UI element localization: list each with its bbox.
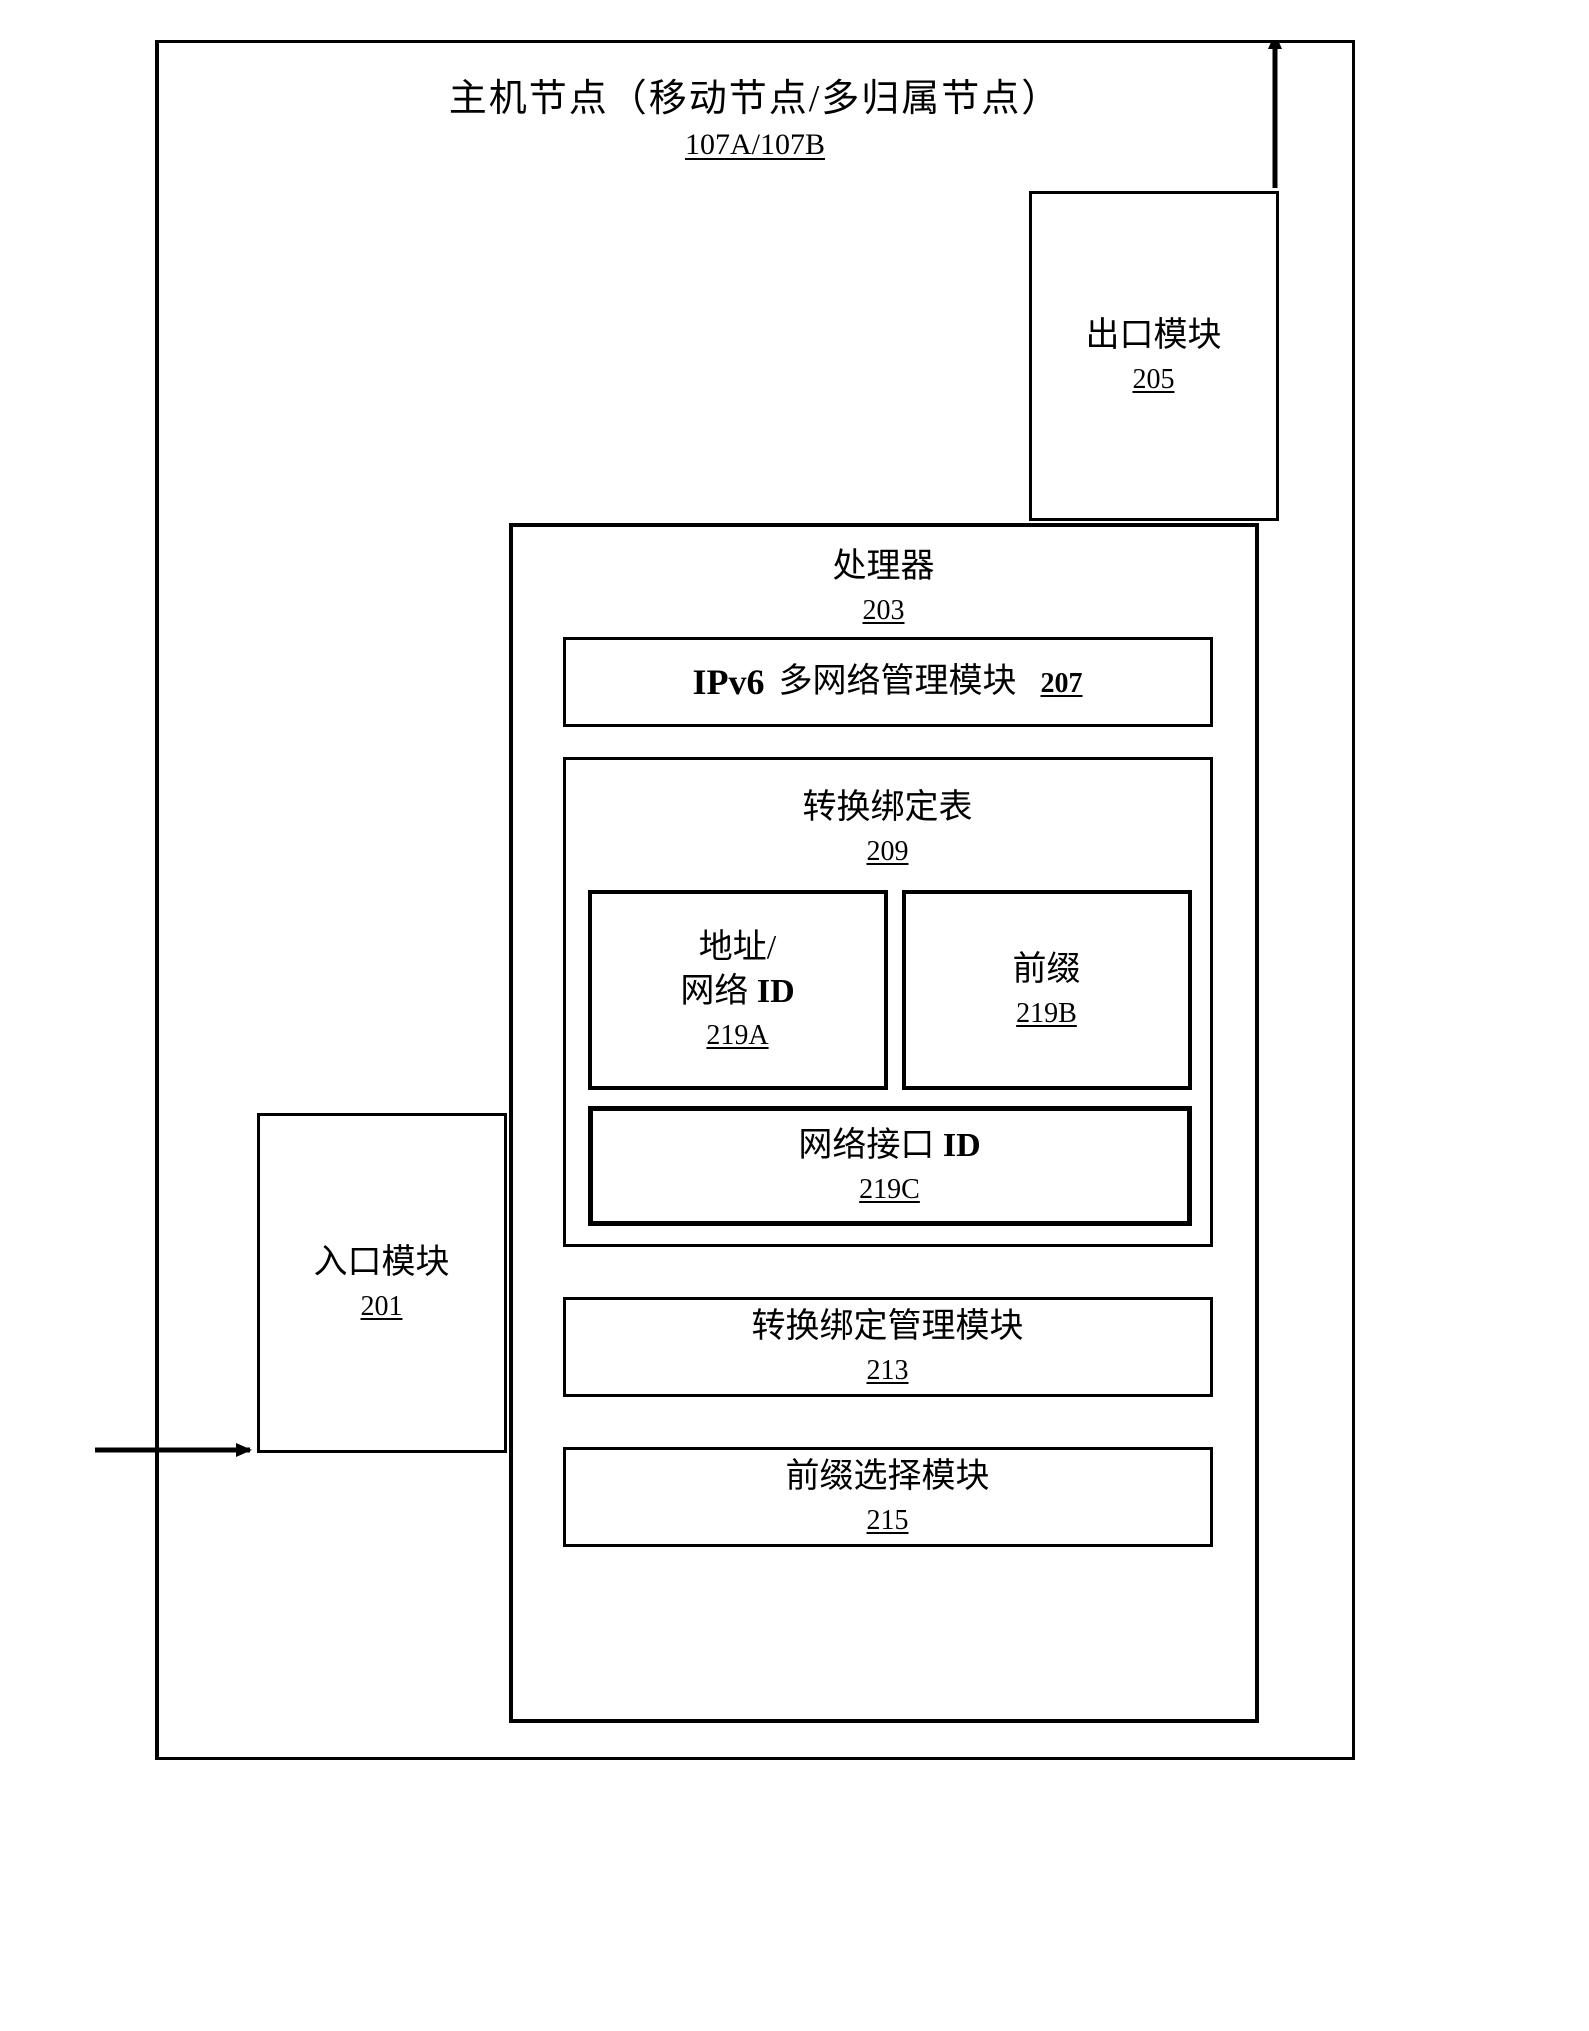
prefix-small-ref: 219B	[1016, 996, 1077, 1032]
address-id-line1: 地址/	[699, 926, 776, 970]
ingress-ref: 201	[361, 1289, 403, 1325]
interface-id-row: 网络接口 ID	[798, 1124, 980, 1168]
processor-ref: 203	[863, 593, 905, 629]
binding-table-label: 转换绑定表	[803, 786, 973, 830]
network-interface-id-cell: 网络接口 ID 219C	[588, 1106, 1192, 1226]
interface-id-cn: 网络接口	[798, 1127, 934, 1164]
translation-binding-mgmt-module: 转换绑定管理模块 213	[563, 1297, 1213, 1397]
interface-id-bold-id: ID	[943, 1127, 981, 1164]
egress-label: 出口模块	[1086, 314, 1222, 358]
address-network-id-cell: 地址/ 网络 ID 219A	[588, 890, 888, 1090]
prefix-selection-module: 前缀选择模块 215	[563, 1447, 1213, 1547]
address-id-bold-id: ID	[757, 973, 795, 1010]
egress-ref: 205	[1133, 362, 1175, 398]
processor-container: 处理器 203 IPv6 多网络管理模块 207 转换绑定表 209 地址/ 网…	[509, 523, 1259, 1723]
host-node-container: 主机节点（移动节点/多归属节点） 107A/107B 入口模块 201 出口模块…	[155, 40, 1355, 1760]
translation-binding-table: 转换绑定表 209 地址/ 网络 ID 219A 前缀 219B	[563, 757, 1213, 1247]
ipv6-suffix-label: 多网络管理模块	[779, 660, 1017, 704]
host-node-diagram: 主机节点（移动节点/多归属节点） 107A/107B 入口模块 201 出口模块…	[95, 40, 1495, 1840]
prefix-select-label: 前缀选择模块	[786, 1455, 990, 1499]
processor-label: 处理器	[833, 545, 935, 589]
host-node-ref: 107A/107B	[159, 128, 1352, 162]
prefix-select-ref: 215	[867, 1503, 909, 1539]
prefix-cell: 前缀 219B	[902, 890, 1192, 1090]
address-id-line2-wrapper: 网络 ID	[680, 970, 794, 1014]
address-id-ref: 219A	[706, 1018, 768, 1054]
host-node-title: 主机节点（移动节点/多归属节点）	[159, 67, 1352, 122]
ipv6-module-ref: 207	[1041, 666, 1083, 702]
prefix-small-label: 前缀	[1013, 948, 1081, 992]
egress-module: 出口模块 205	[1029, 191, 1279, 521]
ingress-label: 入口模块	[314, 1241, 450, 1285]
interface-id-ref: 219C	[859, 1172, 920, 1208]
ingress-module: 入口模块 201	[257, 1113, 507, 1453]
binding-mgmt-label: 转换绑定管理模块	[752, 1305, 1024, 1349]
ipv6-prefix-label: IPv6	[693, 659, 765, 706]
address-id-line2: 网络	[680, 973, 748, 1010]
binding-mgmt-ref: 213	[867, 1353, 909, 1389]
binding-table-ref: 209	[867, 834, 909, 870]
ipv6-multinetwork-mgmt-module: IPv6 多网络管理模块 207	[563, 637, 1213, 727]
